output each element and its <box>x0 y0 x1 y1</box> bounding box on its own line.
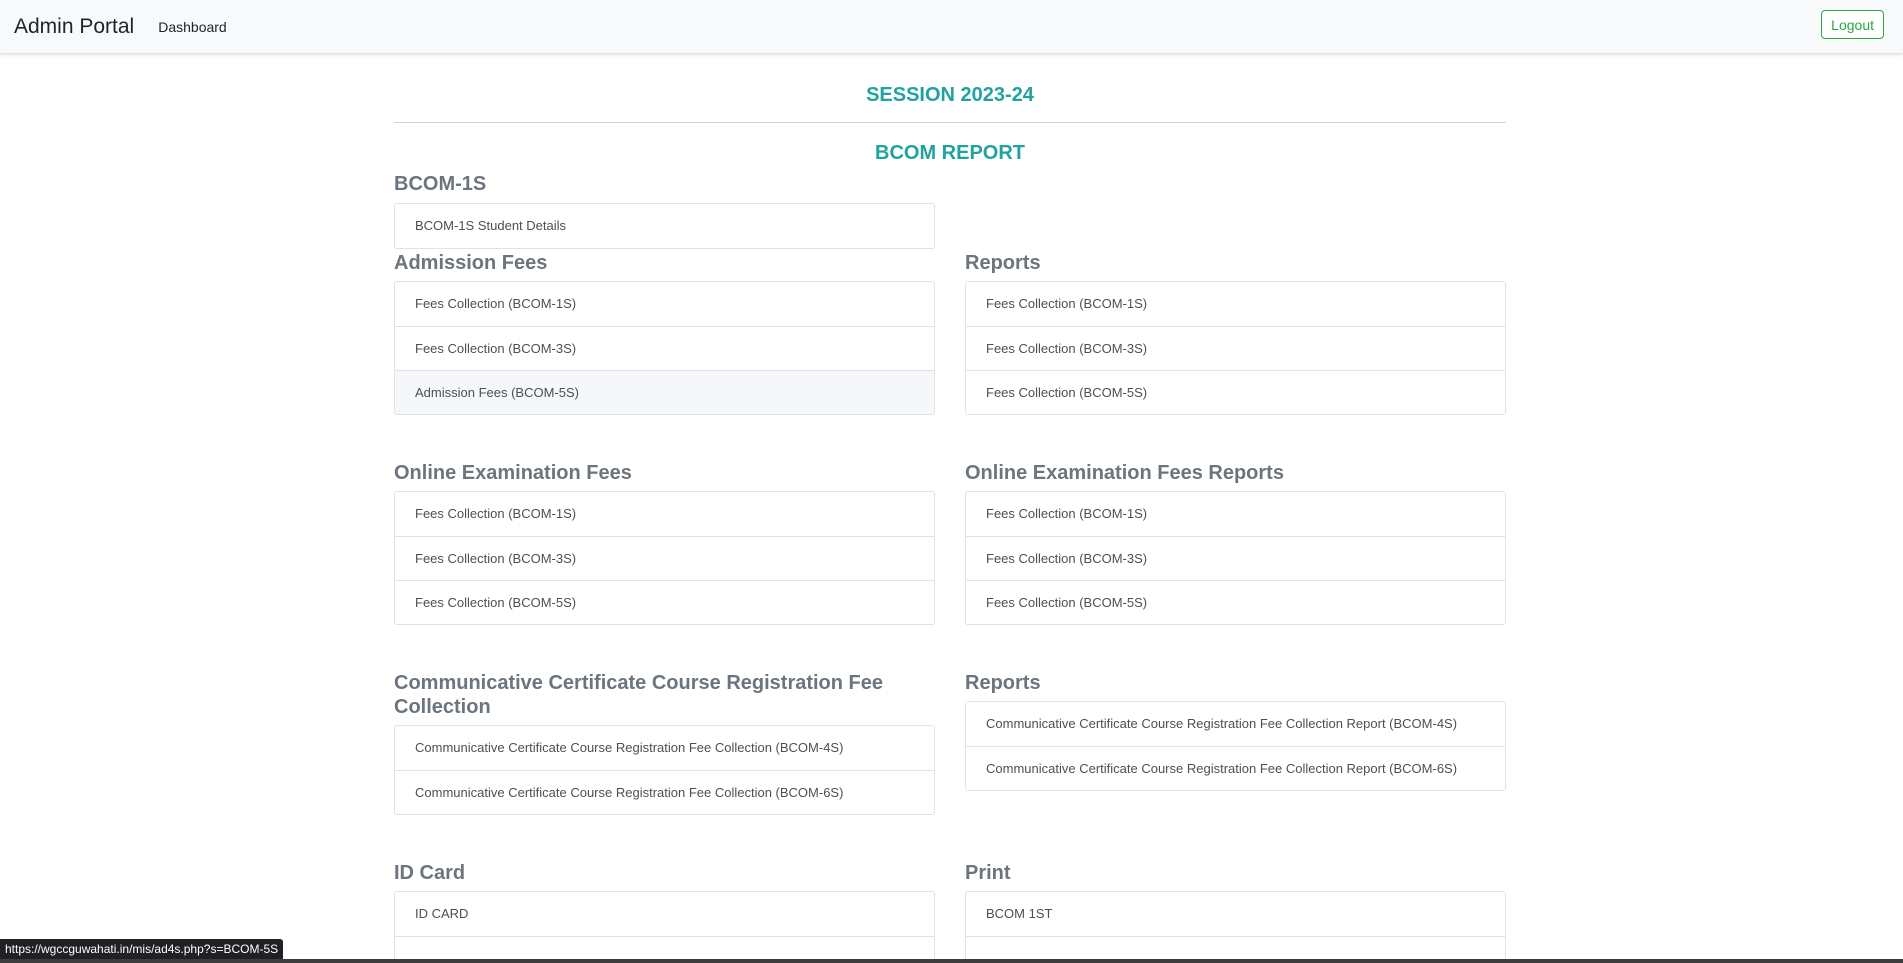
admission-reports-list: Fees Collection (BCOM-1S) Fees Collectio… <box>965 281 1506 415</box>
list-item[interactable]: Fees Collection (BCOM-3S) <box>395 536 934 580</box>
list-item[interactable]: Communicative Certificate Course Registr… <box>966 702 1505 746</box>
ccc-reports-section: Reports Communicative Certificate Course… <box>965 671 1506 815</box>
top-navbar: Admin Portal Dashboard Logout <box>0 0 1903 54</box>
nav-link-dashboard[interactable]: Dashboard <box>158 19 227 35</box>
session-title: SESSION 2023-24 <box>866 84 1034 106</box>
admission-row: Admission Fees Fees Collection (BCOM-1S)… <box>394 251 1506 415</box>
online-exam-reports-list: Fees Collection (BCOM-1S) Fees Collectio… <box>965 491 1506 625</box>
online-exam-fees-list: Fees Collection (BCOM-1S) Fees Collectio… <box>394 491 935 625</box>
student-list: BCOM-1S Student Details <box>394 203 935 249</box>
id-card-list: ID CARD <box>394 891 935 963</box>
print-section: Print BCOM 1ST <box>965 861 1506 963</box>
section-heading-reports: Reports <box>965 252 1041 274</box>
id-print-row: ID Card ID CARD Print BCOM 1ST <box>394 861 1506 963</box>
list-item[interactable]: Communicative Certificate Course Registr… <box>395 726 934 770</box>
list-item-hovered[interactable]: Admission Fees (BCOM-5S) <box>395 370 934 414</box>
window-bottom-edge <box>0 959 1903 963</box>
list-item[interactable]: Fees Collection (BCOM-3S) <box>395 326 934 370</box>
section-heading-online-exam-fees: Online Examination Fees <box>394 462 632 484</box>
list-item[interactable]: Fees Collection (BCOM-3S) <box>966 536 1505 580</box>
section-heading-print: Print <box>965 862 1011 884</box>
admission-fees-section: Admission Fees Fees Collection (BCOM-1S)… <box>394 251 935 415</box>
admission-reports-section: Reports Fees Collection (BCOM-1S) Fees C… <box>965 251 1506 415</box>
list-item-bcom-1st[interactable]: BCOM 1ST <box>966 892 1505 936</box>
list-item[interactable]: Fees Collection (BCOM-3S) <box>966 326 1505 370</box>
online-exam-row: Online Examination Fees Fees Collection … <box>394 461 1506 625</box>
id-card-section: ID Card ID CARD <box>394 861 935 963</box>
list-item[interactable]: Fees Collection (BCOM-1S) <box>966 492 1505 536</box>
list-item[interactable]: Communicative Certificate Course Registr… <box>395 770 934 814</box>
print-list: BCOM 1ST <box>965 891 1506 963</box>
title-divider <box>394 122 1506 123</box>
online-exam-fees-section: Online Examination Fees Fees Collection … <box>394 461 935 625</box>
section-heading-bcom-1s: BCOM-1S <box>394 173 487 195</box>
list-item[interactable]: Fees Collection (BCOM-5S) <box>966 370 1505 414</box>
ccc-fees-list: Communicative Certificate Course Registr… <box>394 725 935 815</box>
list-item[interactable]: Fees Collection (BCOM-1S) <box>395 492 934 536</box>
ccc-reports-list: Communicative Certificate Course Registr… <box>965 701 1506 791</box>
main-content: SESSION 2023-24 BCOM REPORT BCOM-1S BCOM… <box>394 54 1506 963</box>
ccc-fees-section: Communicative Certificate Course Registr… <box>394 671 935 815</box>
logout-button[interactable]: Logout <box>1821 10 1884 39</box>
section-heading-ccc-fees: Communicative Certificate Course Registr… <box>394 672 884 718</box>
list-item[interactable]: Communicative Certificate Course Registr… <box>966 746 1505 790</box>
report-title: BCOM REPORT <box>875 142 1025 164</box>
section-heading-id-card: ID Card <box>394 862 466 884</box>
student-section: BCOM-1S BCOM-1S Student Details <box>394 172 935 249</box>
section-heading-admission-fees: Admission Fees <box>394 252 548 274</box>
list-item[interactable]: Fees Collection (BCOM-1S) <box>395 282 934 326</box>
brand-link[interactable]: Admin Portal <box>14 15 134 39</box>
section-heading-ccc-reports: Reports <box>965 672 1041 694</box>
list-item[interactable]: Fees Collection (BCOM-5S) <box>395 580 934 624</box>
list-item[interactable]: Fees Collection (BCOM-5S) <box>966 580 1505 624</box>
admission-fees-list: Fees Collection (BCOM-1S) Fees Collectio… <box>394 281 935 415</box>
link-status-bar: https://wgccguwahati.in/mis/ad4s.php?s=B… <box>0 939 284 959</box>
list-item-id-card[interactable]: ID CARD <box>395 892 934 936</box>
list-item[interactable]: Fees Collection (BCOM-1S) <box>966 282 1505 326</box>
online-exam-reports-section: Online Examination Fees Reports Fees Col… <box>965 461 1506 625</box>
ccc-row: Communicative Certificate Course Registr… <box>394 671 1506 815</box>
student-row: BCOM-1S BCOM-1S Student Details <box>394 172 1506 249</box>
section-heading-online-exam-reports: Online Examination Fees Reports <box>965 462 1284 484</box>
list-item-student-details[interactable]: BCOM-1S Student Details <box>395 204 934 248</box>
